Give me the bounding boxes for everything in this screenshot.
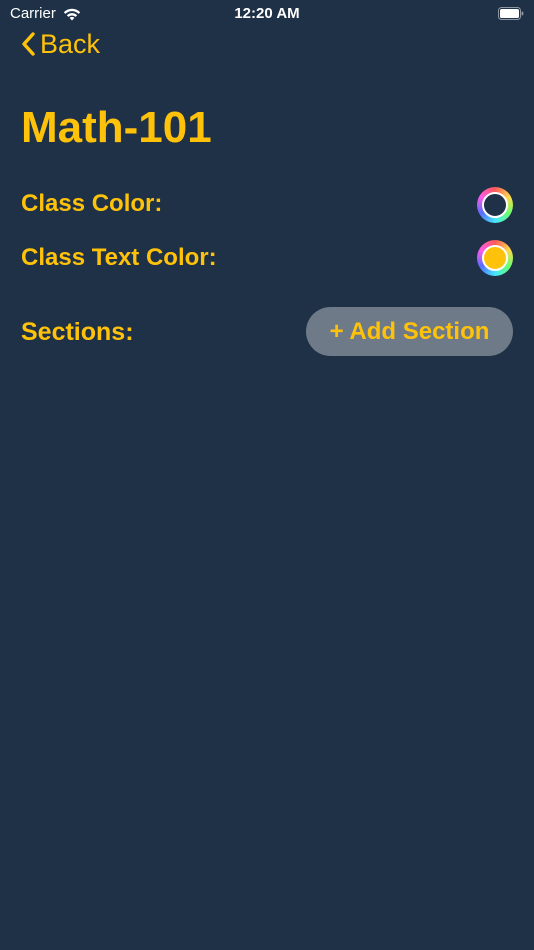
page-title: Math-101 [21,103,212,152]
back-label: Back [40,28,101,59]
back-button[interactable]: Back [20,28,100,60]
add-section-button[interactable]: + Add Section [306,307,513,356]
battery-icon [498,7,524,20]
class-text-color-swatch [482,245,508,271]
class-color-well[interactable] [477,187,513,223]
class-color-swatch [482,192,508,218]
status-time: 12:20 AM [234,5,300,22]
chevron-left-icon [22,32,35,56]
class-text-color-well[interactable] [477,240,513,276]
class-color-label: Class Color: [21,190,163,217]
status-bar: Carrier 12:20 AM [0,0,534,28]
sections-label: Sections: [21,318,134,346]
class-text-color-label: Class Text Color: [21,244,217,271]
